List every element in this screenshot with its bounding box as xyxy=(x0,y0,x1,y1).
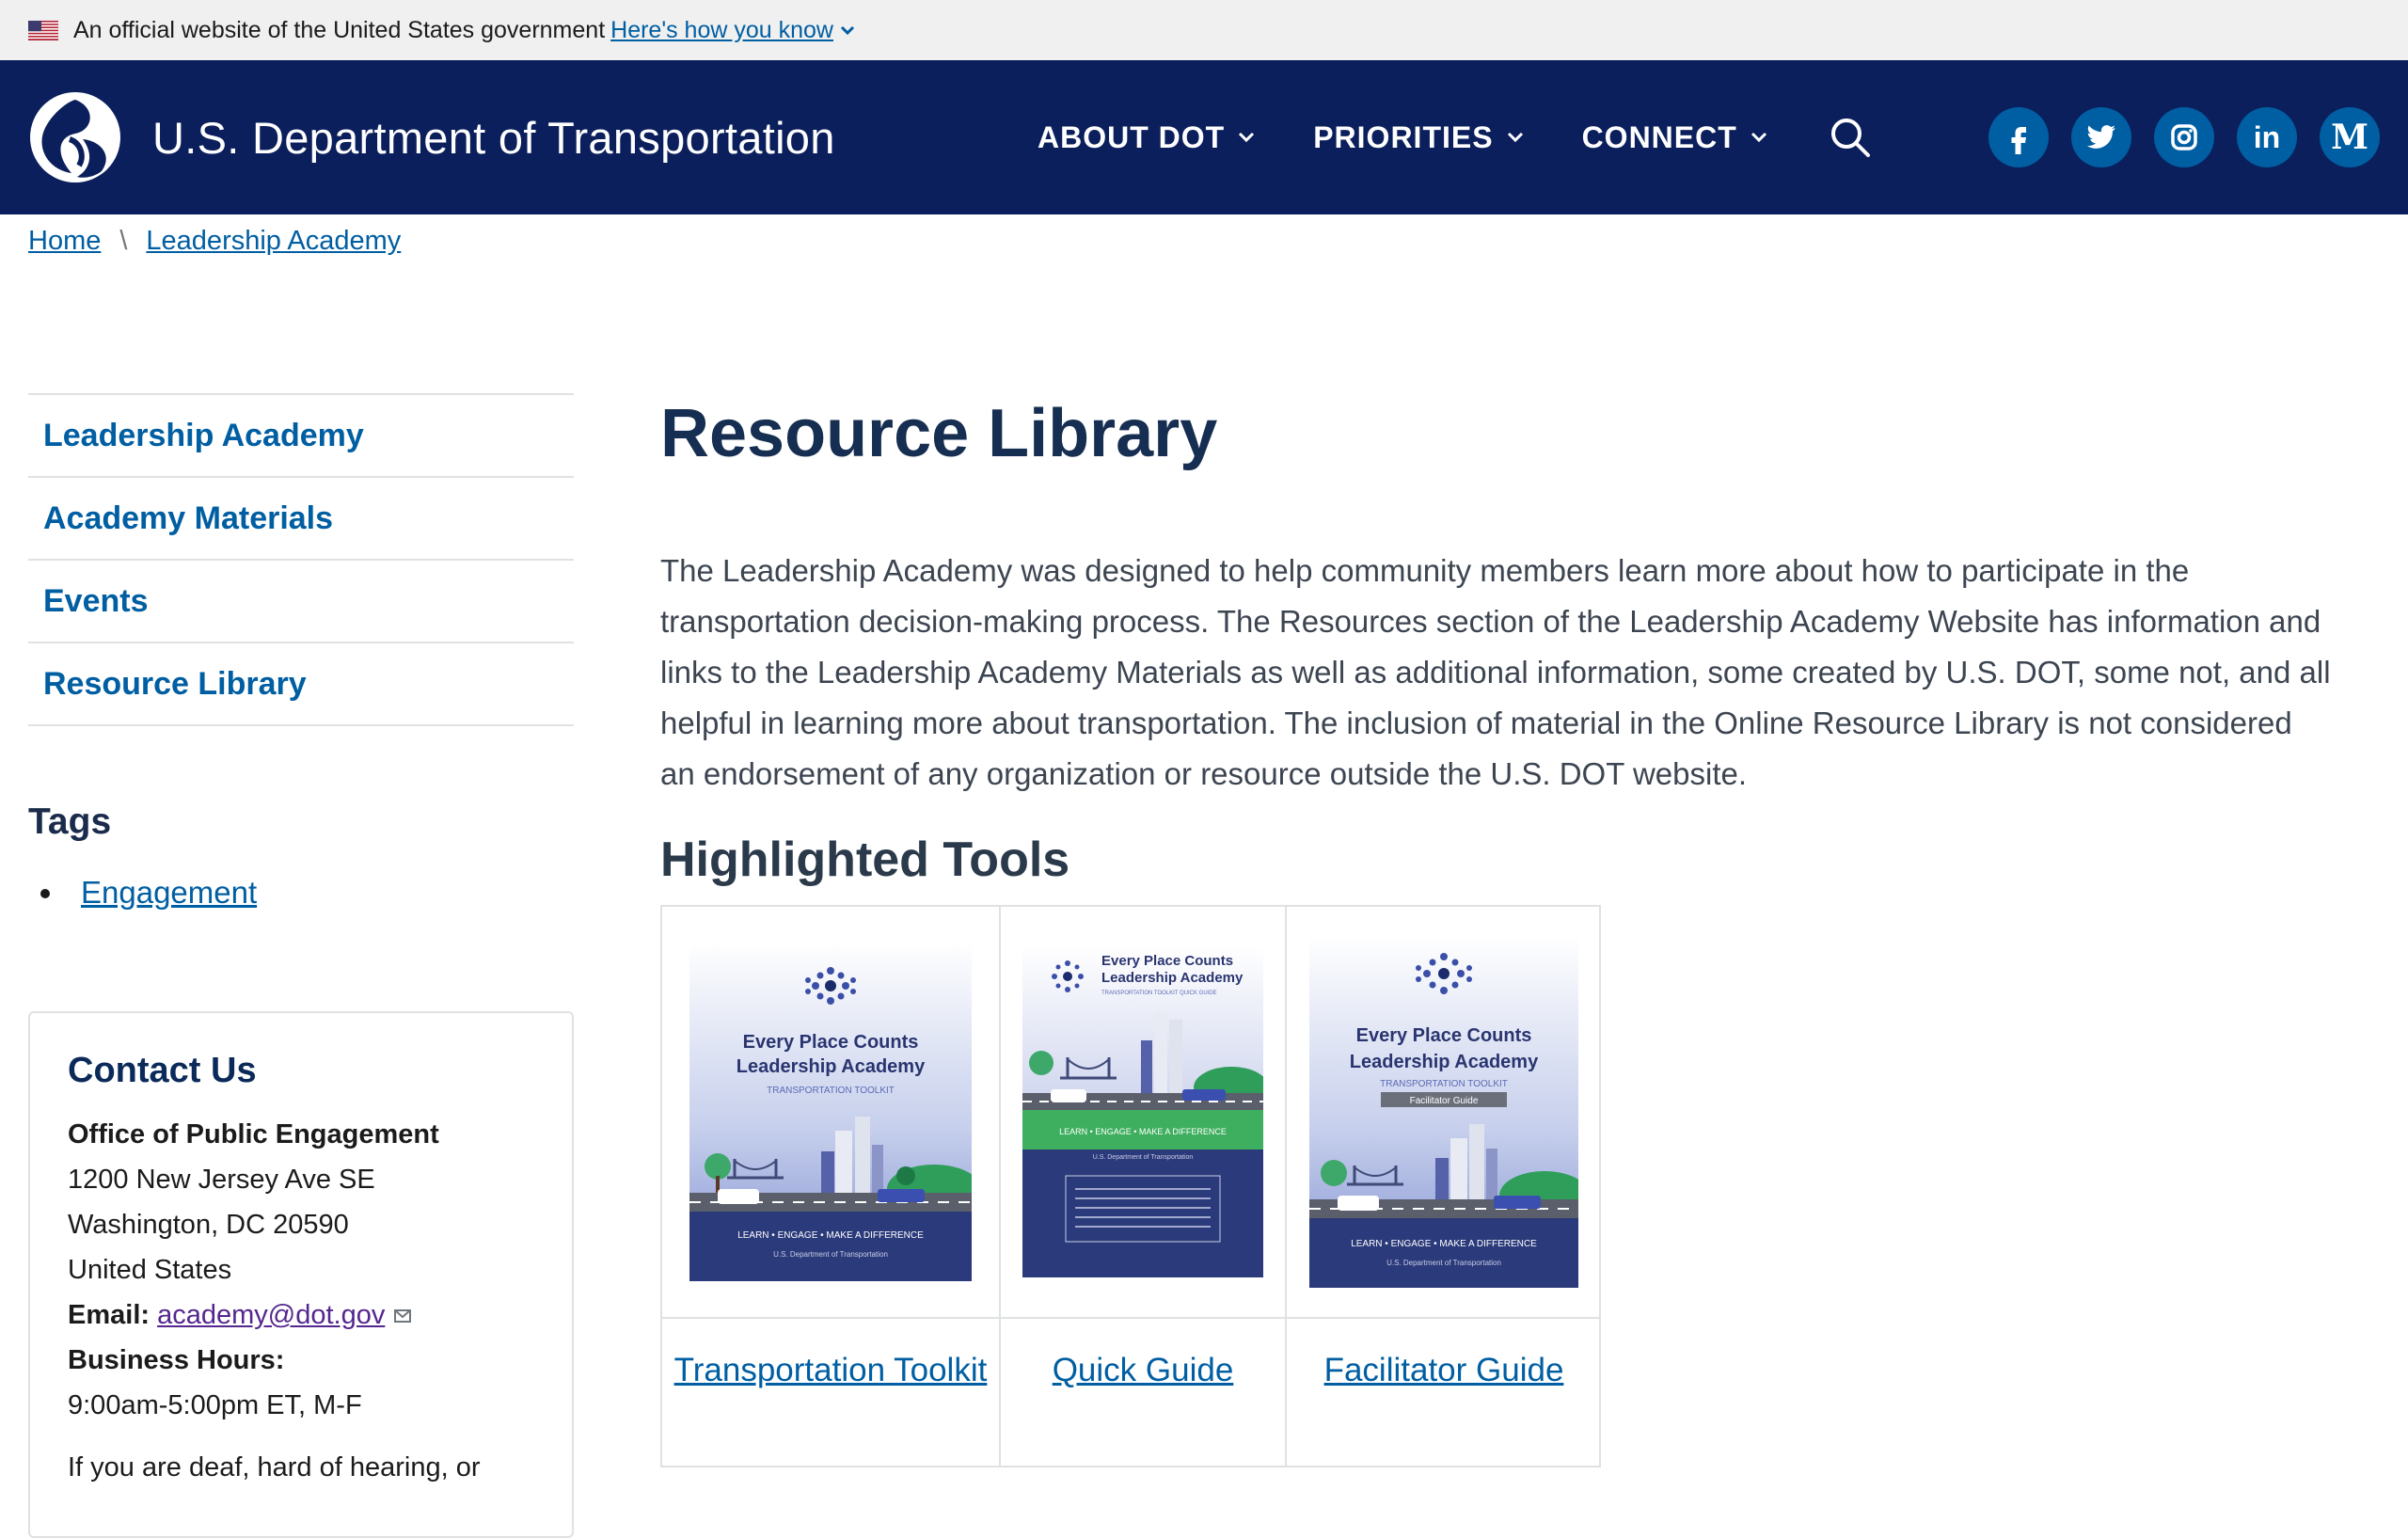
contact-email-row: Email: academy@dot.gov xyxy=(68,1292,534,1338)
cover-badge: Facilitator Guide xyxy=(1410,1096,1479,1106)
contact-card: Contact Us Office of Public Engagement 1… xyxy=(28,1011,574,1538)
side-navigation: Leadership Academy Academy Materials Eve… xyxy=(28,393,574,726)
dot-logo-icon xyxy=(30,92,120,182)
main-content: Resource Library The Leadership Academy … xyxy=(660,376,2335,1467)
nav-connect[interactable]: CONNECT xyxy=(1582,120,1767,155)
cover-tagline: LEARN • ENGAGE • MAKE A DIFFERENCE xyxy=(1351,1239,1537,1249)
tool-caption: Facilitator Guide xyxy=(1287,1319,1601,1466)
contact-hours: 9:00am-5:00pm ET, M-F xyxy=(68,1390,362,1420)
cover-tagline: LEARN • ENGAGE • MAKE A DIFFERENCE xyxy=(737,1230,924,1241)
cover-illustration: Every Place Counts Leadership Academy TR… xyxy=(1309,936,1578,1288)
breadcrumb: Home \ Leadership Academy xyxy=(28,226,401,257)
twitter-button[interactable] xyxy=(2071,107,2131,167)
section-title: Highlighted Tools xyxy=(660,832,1070,887)
nav-about-dot-label: ABOUT DOT xyxy=(1038,119,1226,154)
cover-tagline: LEARN • ENGAGE • MAKE A DIFFERENCE xyxy=(1059,1127,1227,1136)
medium-button[interactable]: M xyxy=(2320,107,2380,167)
nav-priorities-label: PRIORITIES xyxy=(1313,119,1494,154)
cover-illustration: Every Place Counts Leadership Academy TR… xyxy=(689,943,972,1281)
us-flag-icon xyxy=(28,20,58,40)
contact-email-label: Email: xyxy=(68,1300,150,1330)
tool-image-cell: Every Place Counts Leadership Academy TR… xyxy=(1001,907,1285,1319)
cover-title-2: Leadership Academy xyxy=(1350,1052,1539,1072)
linkedin-icon: in xyxy=(2253,119,2281,154)
social-links: in M xyxy=(1988,107,2402,167)
sidenav-academy-materials[interactable]: Academy Materials xyxy=(28,478,574,561)
cover-title-1: Every Place Counts xyxy=(1101,953,1233,969)
tag-engagement-link[interactable]: Engagement xyxy=(81,875,257,910)
sidenav-resource-library[interactable]: Resource Library xyxy=(28,643,574,726)
cover-title-1: Every Place Counts xyxy=(743,1032,919,1053)
highlighted-tools-grid: Every Place Counts Leadership Academy TR… xyxy=(660,905,1601,1467)
sidenav-leadership-academy[interactable]: Leadership Academy xyxy=(28,395,574,478)
contact-country: United States xyxy=(68,1255,232,1285)
tag-item: Engagement xyxy=(66,875,257,911)
facebook-icon xyxy=(2011,127,2026,154)
gov-banner-text: An official website of the United States… xyxy=(73,16,606,43)
medium-icon: M xyxy=(2331,118,2368,157)
tags-heading: Tags xyxy=(28,801,112,842)
nav-about-dot[interactable]: ABOUT DOT xyxy=(1038,120,1255,155)
tool-caption: Transportation Toolkit xyxy=(662,1319,999,1466)
tool-caption: Quick Guide xyxy=(1001,1319,1285,1466)
site-header: U.S. Department of Transportation ABOUT … xyxy=(0,60,2408,214)
cover-footer: U.S. Department of Transportation xyxy=(773,1250,888,1259)
intro-paragraph: The Leadership Academy was designed to h… xyxy=(660,553,2331,791)
page-title: Resource Library xyxy=(660,396,1218,471)
transportation-toolkit-cover-image[interactable]: Every Place Counts Leadership Academy TR… xyxy=(689,943,972,1281)
tool-image-cell: Every Place Counts Leadership Academy TR… xyxy=(1287,907,1601,1319)
chevron-down-icon[interactable] xyxy=(839,22,856,39)
dot-home-link[interactable]: U.S. Department of Transportation xyxy=(0,90,835,184)
how-you-know-link[interactable]: Here's how you know xyxy=(610,17,833,44)
contact-hours-label: Business Hours: xyxy=(68,1345,285,1375)
twitter-icon xyxy=(2086,125,2115,149)
tool-card: Every Place Counts Leadership Academy TR… xyxy=(1287,907,1601,1466)
chevron-down-icon xyxy=(1751,132,1766,143)
contact-email-link[interactable]: academy@dot.gov xyxy=(157,1300,385,1330)
breadcrumb-leadership-academy[interactable]: Leadership Academy xyxy=(146,226,401,257)
breadcrumb-home[interactable]: Home xyxy=(28,226,101,257)
contact-accessibility-text: If you are deaf, hard of hearing, or xyxy=(68,1452,481,1483)
quick-guide-link[interactable]: Quick Guide xyxy=(1053,1345,1234,1396)
transportation-toolkit-link[interactable]: Transportation Toolkit xyxy=(674,1345,988,1396)
tags-list: Engagement xyxy=(66,875,257,911)
main-nav: ABOUT DOT PRIORITIES CONNECT xyxy=(1038,60,1826,214)
tool-card: Every Place Counts Leadership Academy TR… xyxy=(662,907,1001,1466)
quick-guide-cover-image[interactable]: Every Place Counts Leadership Academy TR… xyxy=(1022,946,1263,1277)
cover-footer: U.S. Department of Transportation xyxy=(1386,1259,1501,1267)
facebook-button[interactable] xyxy=(1988,107,2049,167)
tool-card: Every Place Counts Leadership Academy TR… xyxy=(1001,907,1287,1466)
gov-banner: An official website of the United States… xyxy=(0,0,2408,60)
instagram-button[interactable] xyxy=(2154,107,2214,167)
instagram-icon xyxy=(2171,124,2197,151)
site-title: U.S. Department of Transportation xyxy=(152,112,835,163)
contact-address-line1: 1200 New Jersey Ave SE xyxy=(68,1165,375,1195)
contact-address-line2: Washington, DC 20590 xyxy=(68,1210,349,1240)
mail-icon xyxy=(394,1309,412,1324)
chevron-down-icon xyxy=(1239,132,1255,143)
cover-subtitle: TRANSPORTATION TOOLKIT QUICK GUIDE xyxy=(1101,991,1217,996)
cover-footer: U.S. Department of Transportation xyxy=(1093,1154,1194,1161)
contact-title: Contact Us xyxy=(68,1051,257,1090)
cover-illustration: Every Place Counts Leadership Academy TR… xyxy=(1022,946,1263,1277)
contact-office: Office of Public Engagement xyxy=(68,1119,439,1150)
search-icon[interactable] xyxy=(1829,116,1872,159)
cover-title-2: Leadership Academy xyxy=(1101,970,1244,986)
tool-image-cell: Every Place Counts Leadership Academy TR… xyxy=(662,907,999,1319)
cover-title-1: Every Place Counts xyxy=(1356,1025,1532,1046)
chevron-down-icon xyxy=(1507,132,1523,143)
facilitator-guide-cover-image[interactable]: Every Place Counts Leadership Academy TR… xyxy=(1309,936,1578,1288)
nav-priorities[interactable]: PRIORITIES xyxy=(1313,120,1523,155)
nav-connect-label: CONNECT xyxy=(1581,119,1737,154)
facilitator-guide-link[interactable]: Facilitator Guide xyxy=(1324,1345,1564,1396)
cover-title-2: Leadership Academy xyxy=(737,1056,926,1077)
sidenav-events[interactable]: Events xyxy=(28,561,574,643)
cover-subtitle: TRANSPORTATION TOOLKIT xyxy=(767,1086,895,1096)
breadcrumb-separator: \ xyxy=(119,226,128,256)
linkedin-button[interactable]: in xyxy=(2237,107,2297,167)
cover-subtitle: TRANSPORTATION TOOLKIT xyxy=(1380,1079,1508,1089)
